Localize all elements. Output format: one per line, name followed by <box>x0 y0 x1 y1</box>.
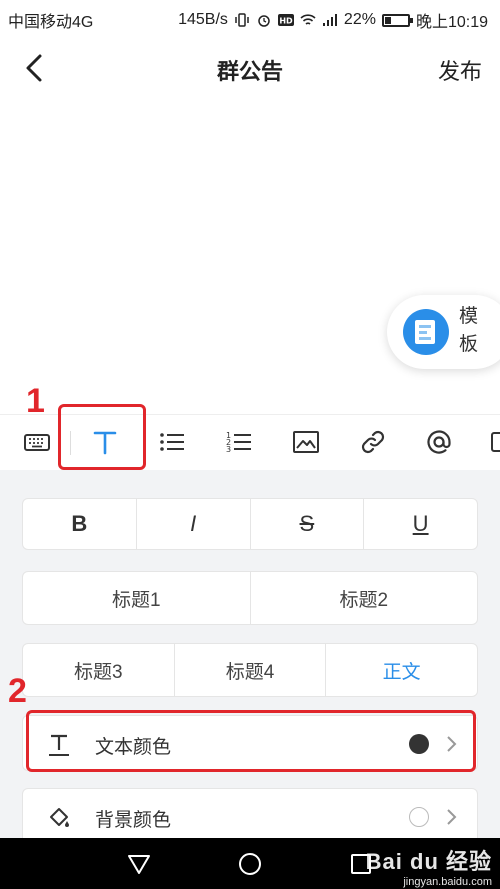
status-bar: 中国移动4G 145B/s HD 22% 晚上10:19 <box>0 0 500 34</box>
clock: 晚上10:19 <box>415 14 488 31</box>
heading1-button[interactable]: 标题1 <box>23 572 251 624</box>
baidu-watermark: Bai du 经验 jingyan.baidu.com <box>365 849 492 888</box>
svg-text:3: 3 <box>226 445 231 454</box>
annotation-box-1 <box>58 404 146 470</box>
signal-icon <box>322 14 337 26</box>
heading-group-1: 标题1 标题2 <box>22 571 478 625</box>
bold-button[interactable]: B <box>23 499 137 549</box>
annotation-box-2 <box>26 710 476 772</box>
template-button[interactable]: 模板 <box>387 295 500 369</box>
keyboard-icon[interactable] <box>22 427 52 457</box>
underline-button[interactable]: U <box>364 499 477 549</box>
paint-bucket-icon <box>50 808 69 827</box>
bullet-list-icon[interactable] <box>157 427 187 457</box>
carrier-label: 中国移动4G <box>8 14 94 31</box>
network-speed: 145B/s <box>178 11 228 28</box>
home-circle-icon[interactable] <box>237 851 263 877</box>
battery-percent: 22% <box>343 11 376 28</box>
body-text-button[interactable]: 正文 <box>326 644 477 696</box>
publish-button[interactable]: 发布 <box>438 54 482 86</box>
numbered-list-icon[interactable]: 123 <box>224 427 254 457</box>
svg-text:HD: HD <box>279 17 293 26</box>
more-tool-icon[interactable] <box>490 427 500 457</box>
wifi-icon <box>300 14 316 25</box>
italic-button[interactable]: I <box>137 499 251 549</box>
strikethrough-button[interactable]: S <box>251 499 365 549</box>
mention-icon[interactable] <box>424 427 454 457</box>
heading2-button[interactable]: 标题2 <box>251 572 478 624</box>
chevron-right-icon <box>447 809 457 825</box>
back-triangle-icon[interactable] <box>126 851 152 877</box>
vibrate-icon <box>235 13 249 27</box>
image-icon[interactable] <box>291 427 321 457</box>
system-nav-bar: Bai du 经验 jingyan.baidu.com <box>0 838 500 889</box>
heading4-button[interactable]: 标题4 <box>175 644 327 696</box>
format-panel: B I S U 标题1 标题2 标题3 标题4 正文 文本颜色 背景颜色 <box>0 470 500 844</box>
app-header: 群公告 发布 <box>0 40 500 96</box>
template-label: 模板 <box>459 306 479 355</box>
alarm-icon <box>258 15 270 27</box>
background-color-swatch <box>409 807 429 827</box>
text-style-group: B I S U <box>22 498 478 550</box>
background-color-row[interactable]: 背景颜色 <box>22 788 478 844</box>
battery-icon <box>381 13 413 27</box>
heading-group-2: 标题3 标题4 正文 <box>22 643 478 697</box>
template-icon <box>403 309 449 355</box>
annotation-number-2: 2 <box>8 672 27 710</box>
heading3-button[interactable]: 标题3 <box>23 644 175 696</box>
link-icon[interactable] <box>358 427 388 457</box>
page-title: 群公告 <box>216 59 283 84</box>
annotation-number-1: 1 <box>26 382 45 420</box>
hd-icon: HD <box>277 14 294 26</box>
background-color-label: 背景颜色 <box>95 810 172 831</box>
